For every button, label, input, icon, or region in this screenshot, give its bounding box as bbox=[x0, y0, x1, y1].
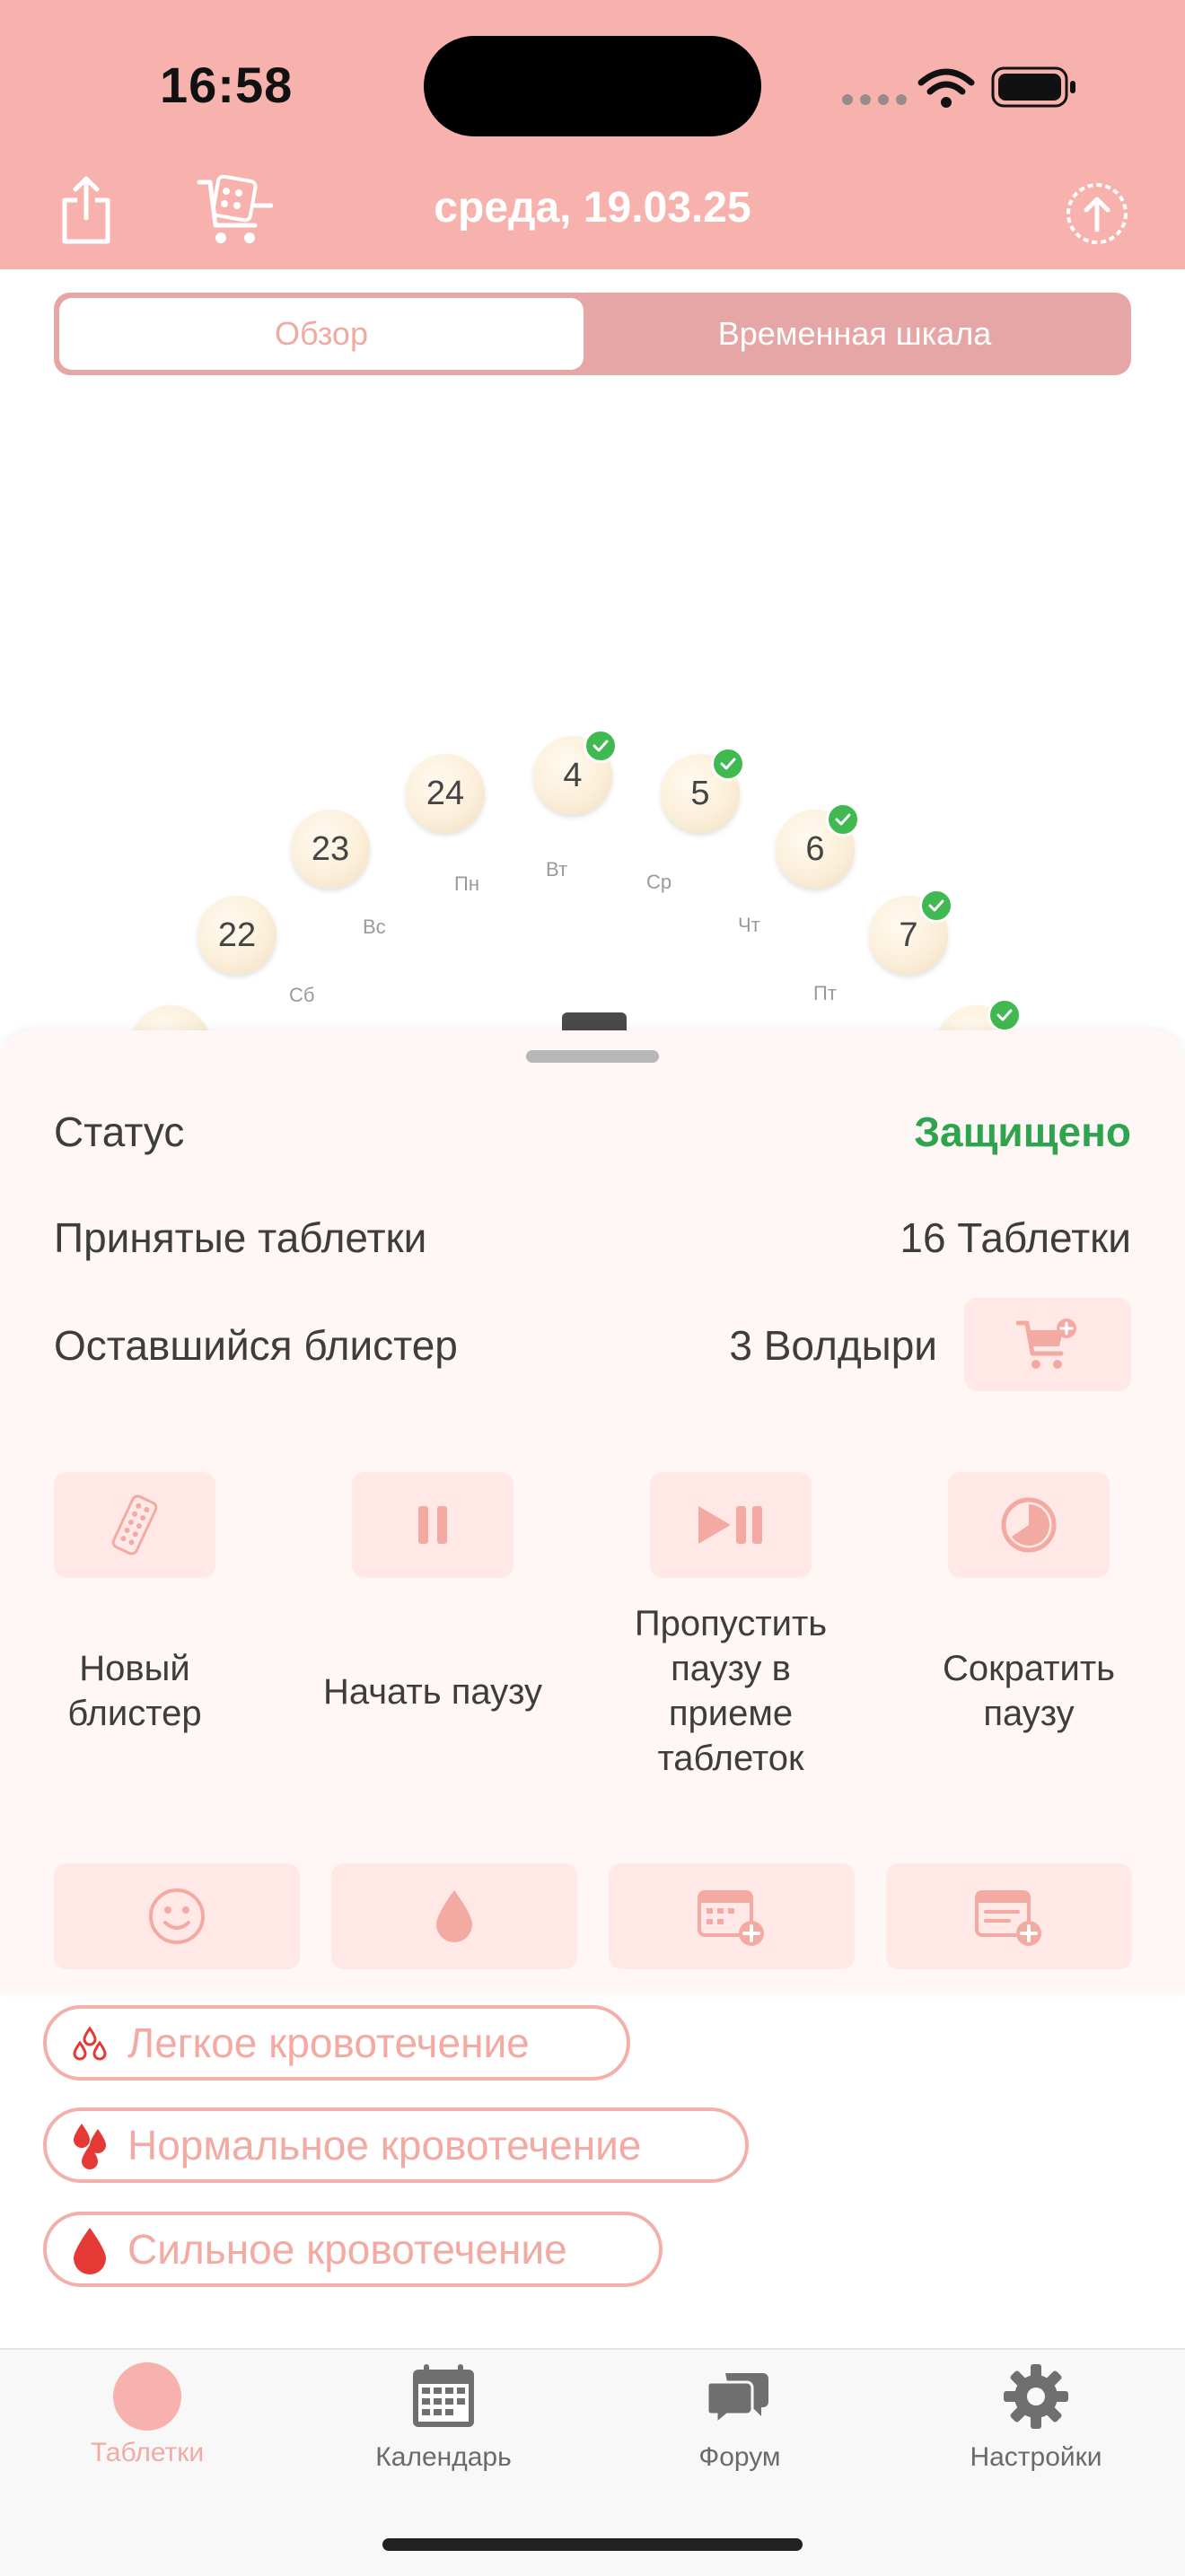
pill-number: 6 bbox=[805, 829, 825, 868]
pill-tab-icon bbox=[113, 2362, 181, 2431]
tab-settings[interactable]: Настройки bbox=[919, 2362, 1153, 2473]
start-pause-button[interactable] bbox=[352, 1472, 514, 1578]
pause-icon bbox=[418, 1506, 447, 1544]
pill-number: 22 bbox=[217, 916, 257, 954]
wifi-icon bbox=[917, 66, 975, 114]
pill[interactable]: 4 bbox=[533, 729, 618, 815]
day-label: Ср bbox=[646, 871, 672, 893]
tab-calendar[interactable]: Календарь bbox=[327, 2362, 560, 2473]
pill[interactable]: 5 bbox=[661, 747, 745, 833]
pill-number: 7 bbox=[899, 916, 918, 954]
skip-pause-button[interactable] bbox=[650, 1472, 812, 1578]
blister-icon bbox=[111, 1494, 158, 1555]
checkmark-icon bbox=[711, 747, 745, 781]
skip-pause-label: Пропустить паузу в приеме таблеток bbox=[634, 1604, 828, 1778]
tab-overview[interactable]: Обзор bbox=[59, 298, 584, 370]
add-note-button[interactable] bbox=[886, 1863, 1132, 1969]
calendar-icon bbox=[413, 2364, 474, 2427]
calendar-add-icon bbox=[698, 1890, 764, 1946]
checkmark-icon bbox=[988, 998, 1022, 1032]
remaining-blister-label: Оставшийся блистер bbox=[54, 1322, 458, 1369]
tab-settings-label: Настройки bbox=[970, 2442, 1102, 2472]
arrow-up-circle-icon bbox=[1066, 183, 1128, 244]
dynamic-island bbox=[424, 36, 761, 136]
pill[interactable]: 23 bbox=[291, 810, 370, 889]
light-bleeding-chip[interactable]: Легкое кровотечение bbox=[43, 2005, 630, 2081]
bleeding-button[interactable] bbox=[331, 1863, 577, 1969]
add-calendar-event-button[interactable] bbox=[609, 1863, 855, 1969]
new-blister-button[interactable] bbox=[54, 1472, 215, 1578]
battery-icon bbox=[991, 66, 1077, 112]
pill-number: 5 bbox=[690, 774, 710, 812]
pill[interactable]: 24 bbox=[406, 754, 485, 833]
pill[interactable]: 7 bbox=[869, 889, 953, 975]
status-label: Статус bbox=[54, 1108, 185, 1155]
home-indicator bbox=[382, 2538, 803, 2551]
checkmark-icon bbox=[826, 802, 860, 837]
taken-pills-label: Принятые таблетки bbox=[54, 1214, 427, 1261]
remaining-blister-value: 3 Волдыри bbox=[729, 1322, 937, 1369]
normal-bleeding-chip[interactable]: Нормальное кровотечение bbox=[43, 2107, 749, 2183]
tab-calendar-label: Календарь bbox=[375, 2442, 512, 2472]
tab-forum[interactable]: Форум bbox=[623, 2362, 856, 2473]
tab-pills-label: Таблетки bbox=[90, 2438, 205, 2467]
app-header: 16:58 среда, 19.03.25 bbox=[0, 0, 1185, 269]
normal-bleeding-label: Нормальное кровотечение bbox=[127, 2122, 642, 2169]
pill-number: 24 bbox=[426, 774, 465, 812]
pill-number: 4 bbox=[563, 756, 583, 794]
shorten-pause-button[interactable] bbox=[948, 1472, 1110, 1578]
shorten-pause-label: Сократить паузу bbox=[942, 1649, 1116, 1733]
start-pause-label: Начать паузу bbox=[322, 1672, 543, 1712]
day-label: Пн bbox=[454, 872, 479, 895]
light-bleeding-label: Легкое кровотечение bbox=[127, 2020, 530, 2066]
day-label: Пт bbox=[813, 982, 837, 1004]
pill[interactable]: 6 bbox=[776, 802, 860, 889]
tab-pills[interactable]: Таблетки bbox=[31, 2362, 264, 2468]
heavy-bleeding-label: Сильное кровотечение bbox=[127, 2226, 567, 2273]
smiley-icon bbox=[149, 1888, 205, 1944]
pie-clock-icon bbox=[1001, 1497, 1057, 1553]
pill[interactable]: 22 bbox=[198, 896, 276, 975]
gear-icon bbox=[1004, 2364, 1068, 2429]
sheet-grabber[interactable] bbox=[526, 1050, 659, 1063]
new-blister-label: Новый блистер bbox=[67, 1649, 202, 1733]
drop-icon bbox=[72, 2224, 108, 2274]
header-date: среда, 19.03.25 bbox=[434, 184, 751, 232]
status-time: 16:58 bbox=[160, 57, 294, 113]
small-drops-icon bbox=[72, 2025, 108, 2061]
day-label: Сб bbox=[289, 984, 315, 1006]
upload-clock-button[interactable] bbox=[1059, 176, 1135, 251]
day-label: Вс bbox=[363, 916, 386, 938]
mood-button[interactable] bbox=[54, 1863, 300, 1969]
drops-icon bbox=[72, 2120, 108, 2170]
chat-bubbles-icon bbox=[706, 2373, 768, 2427]
cellular-signal-icon bbox=[840, 93, 912, 110]
checkmark-icon bbox=[584, 729, 618, 763]
note-add-icon bbox=[975, 1890, 1041, 1946]
drop-icon bbox=[436, 1890, 472, 1942]
day-label: Чт bbox=[738, 914, 760, 936]
taken-pills-value: 16 Таблетки bbox=[900, 1214, 1131, 1261]
day-label: Вт bbox=[546, 858, 568, 881]
tab-forum-label: Форум bbox=[698, 2442, 781, 2472]
status-value: Защищено bbox=[914, 1108, 1131, 1155]
checkmark-icon bbox=[919, 889, 953, 923]
pill-number: 23 bbox=[311, 829, 350, 868]
cart-add-icon bbox=[1016, 1319, 1076, 1369]
heavy-bleeding-chip[interactable]: Сильное кровотечение bbox=[43, 2212, 663, 2287]
tab-timeline[interactable]: Временная шкала bbox=[584, 298, 1126, 370]
buy-blister-button[interactable] bbox=[964, 1298, 1131, 1391]
play-pause-icon bbox=[698, 1506, 762, 1544]
